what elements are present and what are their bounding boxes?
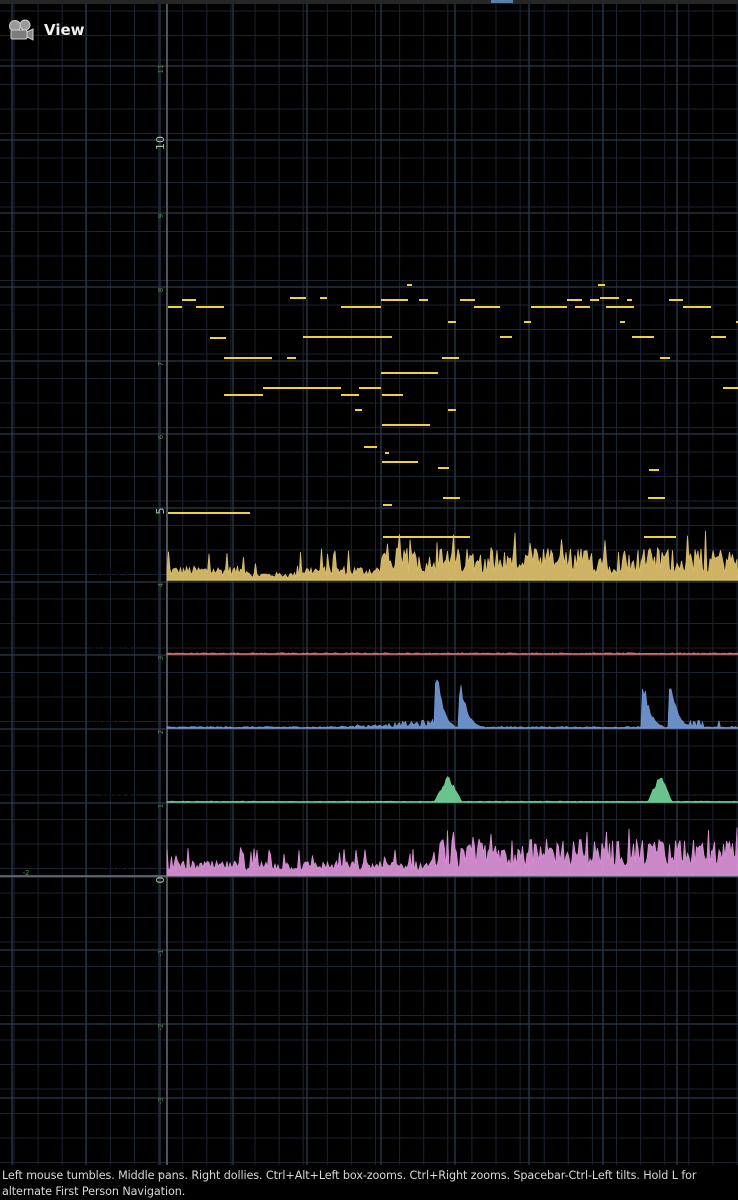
y-tick-label: 10 [154, 136, 167, 150]
camera-icon[interactable] [6, 17, 34, 43]
status-bar: Left mouse tumbles. Middle pans. Right d… [2, 1169, 697, 1198]
y-tick-label: -1 [157, 950, 165, 957]
y-tick-label: 1 [157, 804, 165, 808]
view-header: View [6, 16, 85, 44]
y-tick-label: 4 [157, 582, 165, 587]
y-tick-label: 9 [157, 214, 165, 218]
track-label-other: other [96, 566, 131, 581]
y-tick-label: 7 [157, 362, 165, 366]
track-label-bass: bass [101, 787, 131, 802]
top-toolbar-strip [0, 0, 738, 4]
y-tick-label: 2 [157, 730, 165, 734]
waveform-mix [166, 827, 738, 876]
y-tick-label: -2 [157, 1024, 165, 1031]
track-label-vocals: vocals [89, 640, 131, 655]
view-title: View [44, 21, 85, 39]
viewport[interactable]: 11 10 9 8 7 6 5 4 3 2 1 0 -1 -2 -3 -4 -2 [0, 0, 738, 1200]
y-tick-label: 5 [154, 508, 167, 515]
active-tab-indicator[interactable] [491, 0, 513, 3]
y-tick-label: 8 [157, 288, 165, 292]
waveform-other [166, 530, 738, 581]
waveform-bass [166, 776, 738, 803]
track-label-mix: mix [107, 861, 131, 876]
y-tick-label: 3 [157, 656, 165, 660]
waveform-drums [166, 679, 738, 729]
track-label-drums: drums [89, 713, 131, 728]
viewport-scene[interactable]: 11109876543210-1-2-3-4-2 [0, 0, 738, 1200]
y-tick-label: 6 [157, 434, 165, 439]
y-tick-label: -3 [157, 1098, 165, 1105]
y-tick-label: 0 [154, 877, 167, 884]
y-tick-label: 11 [157, 65, 165, 74]
